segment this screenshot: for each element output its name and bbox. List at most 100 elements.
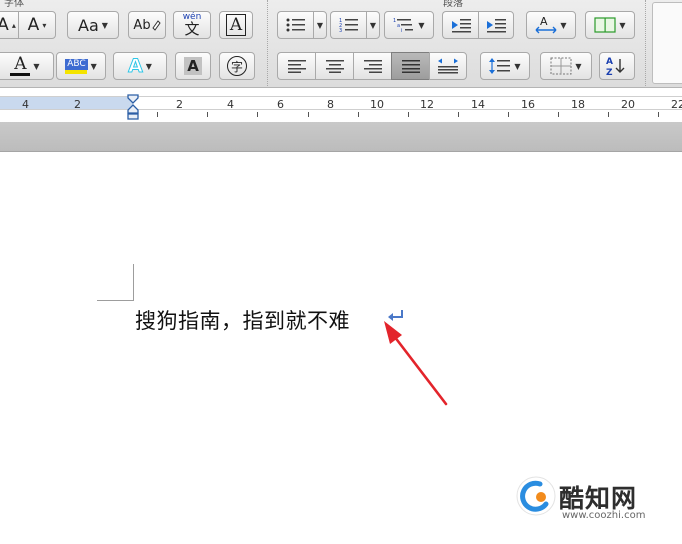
line-spacing-icon (489, 58, 511, 74)
ruler-tick (308, 112, 309, 117)
increase-indent-icon (487, 19, 506, 33)
change-case-dropdown-icon: ▼ (101, 20, 108, 30)
ruler-label: 12 (420, 98, 434, 111)
bullets-split-button: ▼ (277, 11, 327, 39)
paragraph-mark-icon (388, 310, 403, 321)
watermark: 酷知网 www.coozhi.com (512, 470, 672, 530)
highlight-dropdown-icon: ▼ (90, 61, 97, 71)
ruler-label: 20 (621, 98, 635, 111)
styles-gallery[interactable] (652, 2, 682, 84)
line-spacing-button[interactable]: ▼ (480, 52, 530, 80)
font-color-dropdown-icon: ▼ (33, 61, 40, 71)
font-color-button[interactable]: A ▼ (0, 52, 54, 80)
justify-icon (401, 60, 420, 73)
group-separator-right (645, 0, 646, 86)
svg-text:i: i (401, 28, 402, 33)
paragraph-group-label: 段落 (443, 0, 463, 9)
ruler-label: 18 (571, 98, 585, 111)
text-effects-button[interactable]: A ▼ (113, 52, 167, 80)
bullets-dropdown-icon: ▼ (316, 20, 324, 30)
align-left-icon (287, 60, 306, 73)
decrease-indent-icon (451, 19, 471, 33)
margin-corner-mark-horizontal (97, 300, 134, 301)
ruler-tick (207, 112, 208, 117)
document-page[interactable]: 搜狗指南，指到就不难 酷知网 www.coozhi.com (0, 152, 682, 544)
align-right-button[interactable] (353, 52, 391, 80)
borders-dropdown-icon: ▼ (575, 61, 582, 71)
ruler-band: 4 2 2 4 6 8 10 12 14 16 18 20 22 (0, 96, 682, 111)
ruler-tick (458, 112, 459, 117)
sort-button[interactable]: AZ (599, 52, 635, 80)
document-window-frame (0, 122, 682, 152)
horizontal-ruler[interactable]: 4 2 2 4 6 8 10 12 14 16 18 20 22 (0, 88, 682, 122)
font-size-steppers: A▴ A▾ (0, 11, 56, 39)
ruler-tick (508, 112, 509, 117)
character-shading-button[interactable]: A (175, 52, 211, 80)
distributed-button[interactable] (429, 52, 467, 80)
phonetic-guide-icon: 文 (184, 20, 200, 38)
caret-up-icon: ▴ (11, 20, 16, 30)
ribbon-toolbar: 字体 段落 A▴ A▾ Aa▼ Ab wén 文 A A ▼ ABC ▼ A▼ (0, 0, 682, 88)
enclosed-character-button[interactable]: 字 (219, 52, 255, 80)
borders-icon (550, 57, 572, 75)
ruler-tick (358, 112, 359, 117)
indent-group (442, 11, 514, 39)
ruler-label: 4 (227, 98, 234, 111)
columns-button[interactable]: ▼ (585, 11, 635, 39)
numbering-split-button: 123 ▼ (330, 11, 380, 39)
margin-corner-mark-vertical (133, 264, 134, 301)
ruler-tick (558, 112, 559, 117)
columns-icon (594, 17, 617, 33)
multilevel-list-icon: 1ai (393, 18, 414, 33)
numbering-dropdown-icon: ▼ (369, 20, 377, 30)
ruler-label: 10 (370, 98, 384, 111)
numbering-button[interactable]: 123 (330, 11, 366, 39)
document-text[interactable]: 搜狗指南，指到就不难 (135, 305, 350, 335)
text-direction-button[interactable]: A ▼ (526, 11, 576, 39)
borders-button[interactable]: ▼ (540, 52, 592, 80)
spell-check-button[interactable]: Ab (128, 11, 166, 39)
caret-down-icon: ▾ (42, 20, 47, 30)
svg-text:A: A (606, 57, 613, 67)
eraser-icon (151, 20, 161, 31)
shrink-font-button[interactable]: A ▾ (18, 11, 56, 39)
align-center-button[interactable] (315, 52, 353, 80)
svg-text:A: A (540, 15, 548, 28)
bullets-dropdown[interactable]: ▼ (313, 11, 327, 39)
ruler-label: 2 (176, 98, 183, 111)
decrease-indent-button[interactable] (442, 11, 478, 39)
ruler-left-margin (0, 97, 133, 109)
highlight-icon: ABC (65, 58, 88, 70)
text-direction-icon: A (535, 15, 557, 34)
ruler-tick (157, 112, 158, 117)
font-color-swatch: A (10, 54, 31, 76)
highlight-button[interactable]: ABC ▼ (56, 52, 106, 80)
justify-button[interactable] (391, 52, 429, 80)
enclosed-character-icon: 字 (227, 56, 247, 76)
ruler-tick (608, 112, 609, 117)
watermark-url: www.coozhi.com (562, 510, 646, 521)
ruler-label: 14 (471, 98, 485, 111)
grow-font-icon: A (0, 15, 9, 35)
ruler-tick (658, 112, 659, 117)
spell-check-icon: Ab (133, 17, 151, 33)
indent-marker-icon[interactable] (126, 94, 140, 120)
align-center-icon (325, 60, 344, 73)
change-case-icon: Aa (78, 15, 99, 35)
ruler-label: 8 (327, 98, 334, 111)
ruler-tick (408, 112, 409, 117)
highlight-color-bar (65, 69, 88, 74)
svg-text:1: 1 (393, 18, 396, 24)
multilevel-list-button[interactable]: 1 a i ▼ (384, 11, 434, 39)
numbering-dropdown[interactable]: ▼ (366, 11, 380, 39)
grow-font-button[interactable]: A▴ (0, 11, 18, 39)
align-left-button[interactable] (277, 52, 315, 80)
increase-indent-button[interactable] (478, 11, 514, 39)
shrink-font-icon: A (27, 15, 40, 35)
phonetic-guide-button[interactable]: wén 文 (173, 11, 211, 39)
character-border-button[interactable]: A (219, 11, 253, 39)
change-case-button[interactable]: Aa ▼ (67, 11, 119, 39)
align-right-icon (363, 60, 382, 73)
font-color-icon: A (14, 54, 27, 74)
bullets-button[interactable] (277, 11, 313, 39)
